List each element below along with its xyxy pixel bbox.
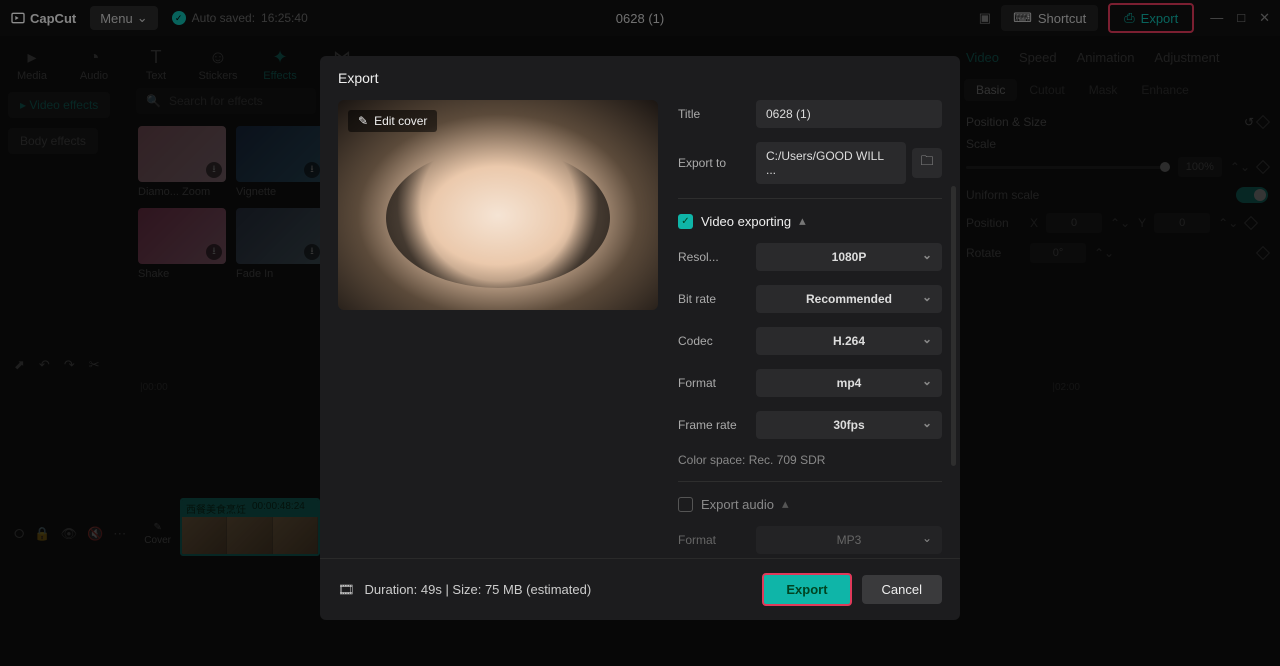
export-button[interactable]: Export bbox=[762, 573, 851, 606]
export-modal: Export ✎ Edit cover Title 0628 (1) Expor… bbox=[320, 56, 960, 620]
pencil-icon: ✎ bbox=[358, 114, 368, 128]
export-audio-label: Export audio bbox=[701, 497, 774, 512]
video-export-checkbox[interactable]: ✓ bbox=[678, 214, 693, 229]
modal-scrollbar[interactable] bbox=[951, 186, 956, 466]
resolution-select[interactable]: 1080P bbox=[756, 243, 942, 271]
folder-icon: 🗀 bbox=[920, 152, 933, 174]
framerate-select[interactable]: 30fps bbox=[756, 411, 942, 439]
bitrate-select[interactable]: Recommended bbox=[756, 285, 942, 313]
modal-title: Export bbox=[320, 56, 960, 100]
audio-format-select: MP3 bbox=[756, 526, 942, 554]
audio-export-checkbox[interactable] bbox=[678, 497, 693, 512]
cancel-button[interactable]: Cancel bbox=[862, 575, 942, 604]
edit-cover-button[interactable]: ✎ Edit cover bbox=[348, 110, 437, 132]
cover-preview: ✎ Edit cover bbox=[338, 100, 658, 310]
audio-format-label: Format bbox=[678, 533, 756, 547]
colorspace-label: Color space: Rec. 709 SDR bbox=[678, 453, 942, 467]
format-label: Format bbox=[678, 376, 756, 390]
framerate-label: Frame rate bbox=[678, 418, 756, 432]
collapse-icon[interactable]: ▴ bbox=[782, 496, 789, 512]
title-input[interactable]: 0628 (1) bbox=[756, 100, 942, 128]
browse-folder-button[interactable]: 🗀 bbox=[912, 148, 942, 178]
format-select[interactable]: mp4 bbox=[756, 369, 942, 397]
film-icon: 🎞 bbox=[338, 582, 355, 598]
exportto-input[interactable]: C:/Users/GOOD WILL ... bbox=[756, 142, 906, 184]
resolution-label: Resol... bbox=[678, 250, 756, 264]
video-exporting-label: Video exporting bbox=[701, 214, 791, 229]
bitrate-label: Bit rate bbox=[678, 292, 756, 306]
codec-select[interactable]: H.264 bbox=[756, 327, 942, 355]
collapse-icon[interactable]: ▴ bbox=[799, 213, 806, 229]
exportto-label: Export to bbox=[678, 156, 756, 170]
duration-info: 🎞 Duration: 49s | Size: 75 MB (estimated… bbox=[338, 582, 591, 598]
title-label: Title bbox=[678, 107, 756, 121]
codec-label: Codec bbox=[678, 334, 756, 348]
